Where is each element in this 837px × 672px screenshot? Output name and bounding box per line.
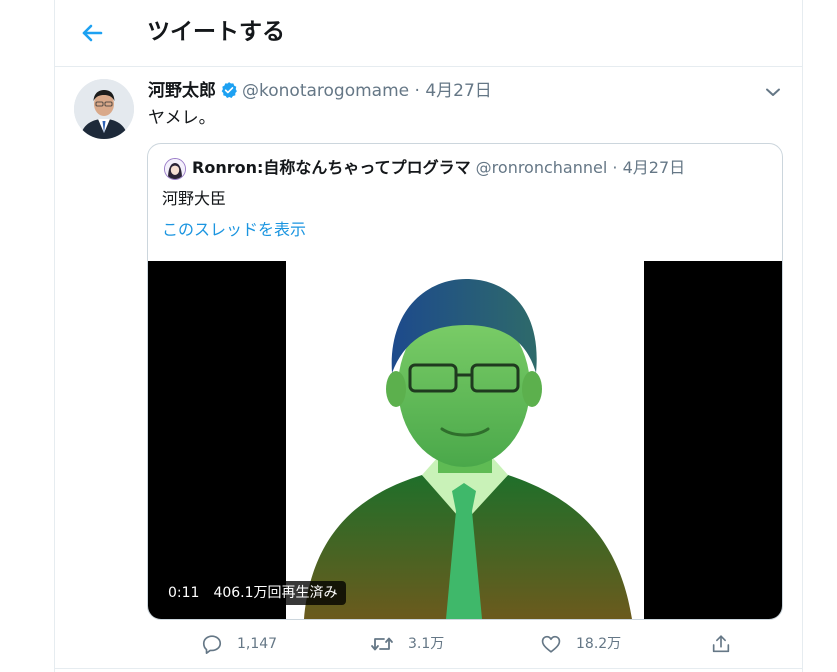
back-button[interactable]: [73, 14, 111, 52]
verified-badge-icon: [220, 81, 238, 106]
like-count: 18.2万: [576, 636, 622, 652]
author-handle[interactable]: @konotarogomame: [242, 81, 409, 101]
author-avatar[interactable]: [74, 79, 134, 139]
tweet-action-bar: 1,147 3.1万 18.2万: [147, 628, 781, 660]
share-icon: [712, 635, 730, 653]
quoted-author-row: Ronron:自称なんちゃってプログラマ @ronronchannel · 4月…: [192, 157, 685, 179]
show-thread-link[interactable]: このスレッドを表示: [162, 219, 306, 241]
video-info-badge: 0:11 406.1万回再生済み: [160, 581, 346, 605]
video-view-count: 406.1万回再生済み: [213, 585, 338, 601]
quoted-tweet-date[interactable]: 4月27日: [623, 158, 686, 177]
tweet-text: ヤメレ。: [148, 108, 216, 128]
video-thumbnail-image: [286, 261, 644, 619]
reply-count: 1,147: [237, 636, 278, 652]
divider: [55, 668, 802, 669]
retweet-button[interactable]: 3.1万: [370, 628, 444, 660]
timeline-column: ツイートする 河野太郎 @konotarogomame · 4月27日 ヤメレ。…: [54, 0, 803, 672]
quoted-author-handle[interactable]: @ronronchannel: [476, 158, 608, 177]
reply-icon: [202, 635, 222, 654]
chevron-down-icon: [766, 88, 780, 96]
quoted-author-avatar[interactable]: [164, 158, 186, 180]
like-icon: [541, 635, 561, 653]
quoted-avatar-image: [165, 159, 185, 179]
reply-button[interactable]: 1,147: [201, 628, 277, 660]
author-name[interactable]: 河野太郎: [148, 81, 216, 101]
video-duration: 0:11: [168, 585, 200, 601]
quoted-tweet-text: 河野大臣: [162, 189, 227, 208]
page-title: ツイートする: [147, 19, 285, 45]
tweet-menu-button[interactable]: [761, 80, 785, 104]
tweet-date[interactable]: 4月27日: [425, 81, 491, 101]
page-header: ツイートする: [55, 0, 802, 67]
retweet-icon: [371, 637, 393, 651]
quoted-tweet-card[interactable]: Ronron:自称なんちゃってプログラマ @ronronchannel · 4月…: [147, 143, 783, 620]
like-button[interactable]: 18.2万: [540, 628, 621, 660]
page: ツイートする 河野太郎 @konotarogomame · 4月27日 ヤメレ。…: [0, 0, 837, 672]
quoted-separator-dot: ·: [612, 158, 618, 177]
share-button[interactable]: [710, 628, 732, 660]
retweet-count: 3.1万: [408, 636, 445, 652]
video-frame: [286, 261, 644, 619]
video-player[interactable]: 0:11 406.1万回再生済み: [148, 261, 782, 619]
author-avatar-image: [74, 79, 134, 139]
arrow-left-icon: [82, 24, 103, 42]
quoted-author-name[interactable]: Ronron:自称なんちゃってプログラマ: [192, 158, 471, 177]
separator-dot: ·: [414, 81, 420, 101]
tweet-author-row: 河野太郎 @konotarogomame · 4月27日: [148, 79, 492, 103]
